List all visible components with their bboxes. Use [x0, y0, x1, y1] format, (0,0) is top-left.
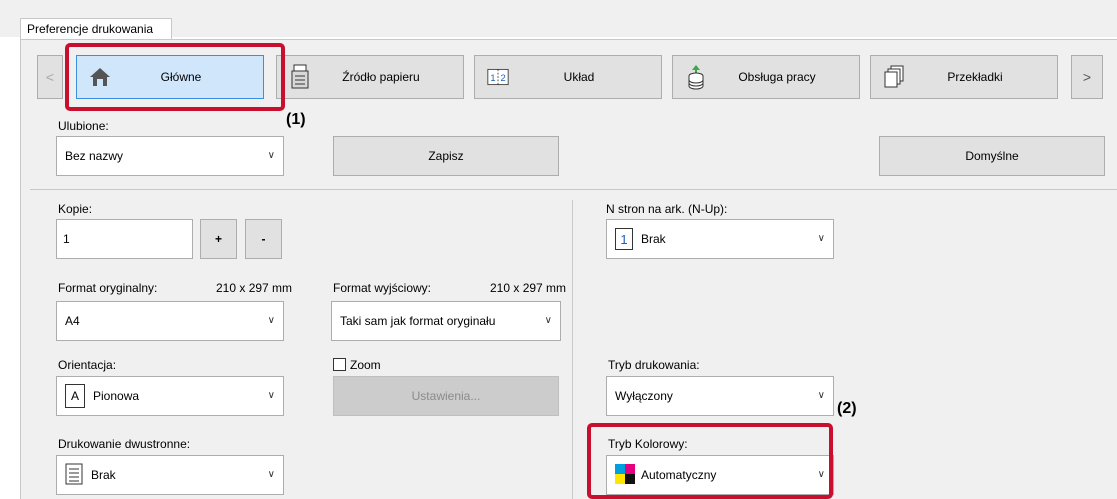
copies-input[interactable]: 1	[56, 219, 193, 259]
original-size-value: A4	[65, 314, 80, 328]
favorites-dropdown[interactable]: Bez nazwy ∨	[56, 136, 284, 176]
print-mode-label: Tryb drukowania:	[608, 358, 700, 372]
minus-glyph: -	[261, 232, 266, 246]
copies-label: Kopie:	[58, 202, 93, 216]
nav-prev-arrow[interactable]: <	[37, 55, 63, 99]
copies-value: 1	[63, 232, 70, 246]
nav-button-paper-source[interactable]: Źródło papieru	[276, 55, 464, 99]
chevron-down-icon: ∨	[267, 150, 275, 161]
orientation-value: Pionowa	[93, 389, 140, 403]
duplex-value: Brak	[91, 468, 116, 482]
nup-icon-number: 1	[620, 231, 628, 247]
favorites-value: Bez nazwy	[65, 149, 124, 163]
copies-plus-button[interactable]: +	[200, 219, 237, 259]
duplex-page-icon	[65, 463, 83, 488]
chevron-down-icon: ∨	[544, 315, 552, 326]
portrait-page-icon: A	[65, 384, 85, 408]
output-size-label: Format wyjściowy:	[333, 281, 432, 295]
copies-minus-button[interactable]: -	[245, 219, 282, 259]
zoom-label: Zoom	[350, 358, 381, 372]
print-mode-dropdown[interactable]: Wyłączony ∨	[606, 376, 834, 416]
zoom-settings-button[interactable]: Ustawienia...	[333, 376, 559, 416]
inserts-icon	[883, 64, 905, 90]
defaults-button-label: Domyślne	[965, 149, 1019, 163]
defaults-button[interactable]: Domyślne	[879, 136, 1105, 176]
svg-text:2: 2	[501, 73, 506, 83]
duplex-label: Drukowanie dwustronne:	[58, 437, 191, 451]
highlight-box-main-tab	[65, 43, 285, 111]
original-size-dims: 210 x 297 mm	[216, 281, 293, 295]
orientation-dropdown[interactable]: A Pionowa ∨	[56, 376, 284, 416]
chevron-down-icon: ∨	[267, 469, 275, 480]
zoom-settings-label: Ustawienia...	[411, 389, 481, 403]
prev-arrow-glyph: <	[45, 69, 55, 85]
save-button-label: Zapisz	[428, 149, 464, 163]
plus-glyph: +	[214, 232, 222, 246]
nup-dropdown[interactable]: 1 Brak ∨	[606, 219, 834, 259]
chevron-down-icon: ∨	[817, 233, 825, 244]
nup-value: Brak	[641, 232, 666, 246]
output-size-value: Taki sam jak format oryginału	[340, 314, 496, 328]
output-size-dims: 210 x 297 mm	[490, 281, 567, 295]
chevron-down-icon: ∨	[817, 390, 825, 401]
nup-label: N stron na ark. (N-Up):	[606, 202, 728, 216]
callout-1: (1)	[286, 111, 306, 128]
nav-button-layout[interactable]: 12 Układ	[474, 55, 662, 99]
nav-button-job-handling[interactable]: Obsługa pracy	[672, 55, 860, 99]
highlight-box-color-mode	[587, 423, 833, 499]
print-mode-value: Wyłączony	[615, 389, 673, 403]
output-size-dropdown[interactable]: Taki sam jak format oryginału ∨	[331, 301, 561, 341]
nav-button-inserts[interactable]: Przekładki	[870, 55, 1058, 99]
orientation-icon-letter: A	[70, 389, 79, 403]
callout-2: (2)	[837, 400, 857, 417]
next-arrow-glyph: >	[1082, 69, 1092, 85]
tab-printing-preferences[interactable]: Preferencje drukowania	[20, 18, 172, 40]
orientation-label: Orientacja:	[58, 358, 117, 372]
svg-text:1: 1	[490, 73, 495, 83]
layout-icon: 12	[487, 64, 509, 90]
favorites-label: Ulubione:	[58, 119, 109, 133]
zoom-checkbox[interactable]	[333, 358, 346, 371]
save-button[interactable]: Zapisz	[333, 136, 559, 176]
original-size-label: Format oryginalny:	[58, 281, 158, 295]
tab-label: Preferencje drukowania	[27, 22, 154, 36]
divider	[30, 189, 1117, 190]
nup-page-icon: 1	[615, 228, 633, 250]
duplex-dropdown[interactable]: Brak ∨	[56, 455, 284, 495]
original-size-dropdown[interactable]: A4 ∨	[56, 301, 284, 341]
chevron-down-icon: ∨	[267, 315, 275, 326]
nav-next-arrow[interactable]: >	[1071, 55, 1103, 99]
paper-tray-icon	[289, 64, 311, 90]
chevron-down-icon: ∨	[267, 390, 275, 401]
column-divider	[572, 200, 573, 499]
job-handling-icon	[685, 64, 707, 90]
